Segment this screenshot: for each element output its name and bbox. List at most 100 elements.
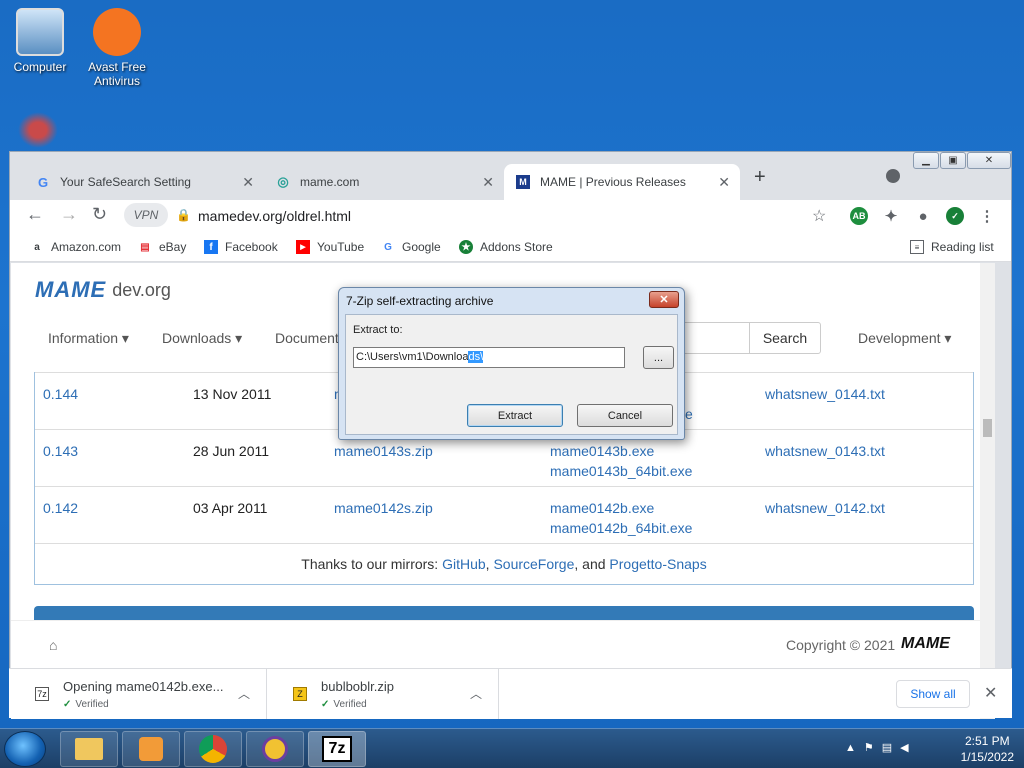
extract-button[interactable]: Extract [467,404,563,427]
new-tab-icon[interactable]: + [754,166,766,189]
maximize-icon[interactable]: ▣ [940,152,966,169]
lock-icon[interactable]: 🔒 [176,208,191,222]
tab-mame-previous-releases[interactable]: M MAME | Previous Releases ✕ [504,164,740,200]
minimize-icon[interactable]: ▁ [913,152,939,169]
desktop-decor-icon[interactable] [18,112,58,148]
chevron-up-icon[interactable]: ︿ [470,685,482,702]
whatsnew-link[interactable]: whatsnew_0144.txt [765,384,885,404]
bookmark-ebay[interactable]: ▤ eBay [138,240,186,254]
dialog-body: Extract to: C:\Users\vm1\Downloads\ ... … [345,314,678,435]
vpn-button[interactable]: VPN [124,203,168,227]
tab-strip: G Your SafeSearch Setting ✕ ◎ mame.com ✕… [10,152,1011,200]
binary-64bit-link[interactable]: e [685,404,693,424]
mirror-github-link[interactable]: GitHub [442,556,486,572]
download-item[interactable]: Z bublboblr.zip ✓ Verified ︿ [267,669,499,719]
profile-icon[interactable]: ● [914,207,932,225]
mirrors-and: , and [574,556,606,572]
cancel-button[interactable]: Cancel [577,404,673,427]
binary-64bit-link[interactable]: mame0143b_64bit.exe [550,461,692,481]
bookmark-youtube[interactable]: ▶ YouTube [296,240,364,254]
bookmark-facebook[interactable]: f Facebook [204,240,278,254]
desktop-icon-avast[interactable]: Avast Free Antivirus [77,8,157,88]
nav-downloads[interactable]: Downloads ▾ [162,330,242,347]
bookmark-google[interactable]: G Google [381,240,441,254]
binary-64bit-link[interactable]: mame0142b_64bit.exe [550,518,692,538]
tab-safesearch[interactable]: G Your SafeSearch Setting ✕ [24,164,264,200]
version-link[interactable]: 0.142 [43,498,78,518]
whatsnew-link[interactable]: whatsnew_0142.txt [765,498,885,518]
taskbar-explorer[interactable] [60,731,118,767]
source-link[interactable]: mame0142s.zip [334,498,433,518]
action-center-icon[interactable]: ⚑ [864,742,882,754]
tab-title: mame.com [300,175,360,189]
nav-information[interactable]: Information ▾ [48,330,129,347]
taskbar-vpn[interactable] [246,731,304,767]
adblock-extension-icon[interactable]: AB [850,207,868,225]
network-icon[interactable]: ▤ [882,742,900,754]
chrome-icon [199,735,227,763]
download-item[interactable]: 7z Opening mame0142b.exe... ✓ Verified ︿ [9,669,267,719]
close-window-icon[interactable]: ✕ [967,152,1011,169]
search-button[interactable]: Search [749,322,821,354]
check-icon: ✓ [321,699,330,710]
binary-link[interactable]: mame0143b.exe [550,441,654,461]
extract-path-field[interactable]: C:\Users\vm1\Downloads\ [353,347,625,368]
start-button[interactable] [4,731,46,767]
volume-icon[interactable]: ◀ [900,742,916,754]
address-toolbar: ← → ↻ VPN 🔒 mamedev.org/oldrel.html ☆ AB… [10,200,1011,232]
close-tab-icon[interactable]: ✕ [482,174,494,191]
back-icon[interactable]: ← [26,204,44,225]
close-tab-icon[interactable]: ✕ [718,174,730,191]
page-scrollbar[interactable] [980,263,995,719]
taskbar-media-player[interactable] [122,731,180,767]
mirror-progetto-link[interactable]: Progetto-Snaps [609,556,706,572]
clock[interactable]: 2:51 PM 1/15/2022 [961,733,1014,765]
reading-list-label: Reading list [931,240,994,254]
scrollbar-thumb[interactable] [983,419,992,437]
bookmark-label: Amazon.com [51,240,122,254]
source-link[interactable]: mame0143s.zip [334,441,433,461]
chevron-up-icon[interactable]: ︿ [238,685,250,702]
whatsnew-link[interactable]: whatsnew_0143.txt [765,441,885,461]
dialog-title: 7-Zip self-extracting archive [346,294,494,308]
ebay-icon: ▤ [140,241,150,253]
clock-date: 1/15/2022 [960,750,1014,764]
mirror-sourceforge-link[interactable]: SourceForge [493,556,574,572]
tab-mame-com[interactable]: ◎ mame.com ✕ [264,164,504,200]
release-date: 13 Nov 2011 [193,386,272,402]
taskbar-chrome[interactable] [184,731,242,767]
show-all-button[interactable]: Show all [896,680,970,708]
tab-search-icon[interactable] [886,169,900,183]
close-download-bar-icon[interactable]: ✕ [984,683,997,703]
zip-file-icon: Z [293,687,307,701]
download-status-text: Verified [75,699,109,710]
table-row: 0.142 03 Apr 2011 mame0142s.zip mame0142… [35,486,973,543]
extensions-icon[interactable]: ✦ [882,207,900,225]
version-link[interactable]: 0.144 [43,384,78,404]
tray-expand-icon[interactable]: ▲ [845,742,864,754]
browse-button[interactable]: ... [643,346,674,369]
reload-icon[interactable]: ↻ [92,204,107,225]
home-icon[interactable]: ⌂ [49,637,57,653]
logo-brand: MAME [35,277,107,302]
desktop-icon-computer[interactable]: Computer [0,8,80,74]
site-logo[interactable]: MAME dev.org [35,277,171,303]
bookmark-label: YouTube [317,240,365,254]
nav-documentation[interactable]: Document [275,330,339,346]
dialog-close-button[interactable]: ✕ [649,291,679,308]
nav-development[interactable]: Development ▾ [858,330,951,347]
taskbar-7zip[interactable]: 7z [308,731,366,767]
shield-extension-icon[interactable]: ✓ [946,207,964,225]
bookmark-star-icon[interactable]: ☆ [812,206,826,226]
binary-link[interactable]: mame0142b.exe [550,498,654,518]
bookmark-amazon[interactable]: a Amazon.com [30,240,121,254]
close-tab-icon[interactable]: ✕ [242,174,254,191]
bookmark-addons-store[interactable]: ★ Addons Store [459,240,553,254]
version-link[interactable]: 0.143 [43,441,78,461]
reading-list-button[interactable]: ≡ Reading list [910,240,994,254]
tab-title: MAME | Previous Releases [540,175,686,189]
address-bar[interactable]: mamedev.org/oldrel.html [198,208,351,224]
download-status: ✓ Verified [321,699,367,710]
menu-icon[interactable]: ⋮ [978,207,996,225]
forward-icon[interactable]: → [60,204,78,225]
